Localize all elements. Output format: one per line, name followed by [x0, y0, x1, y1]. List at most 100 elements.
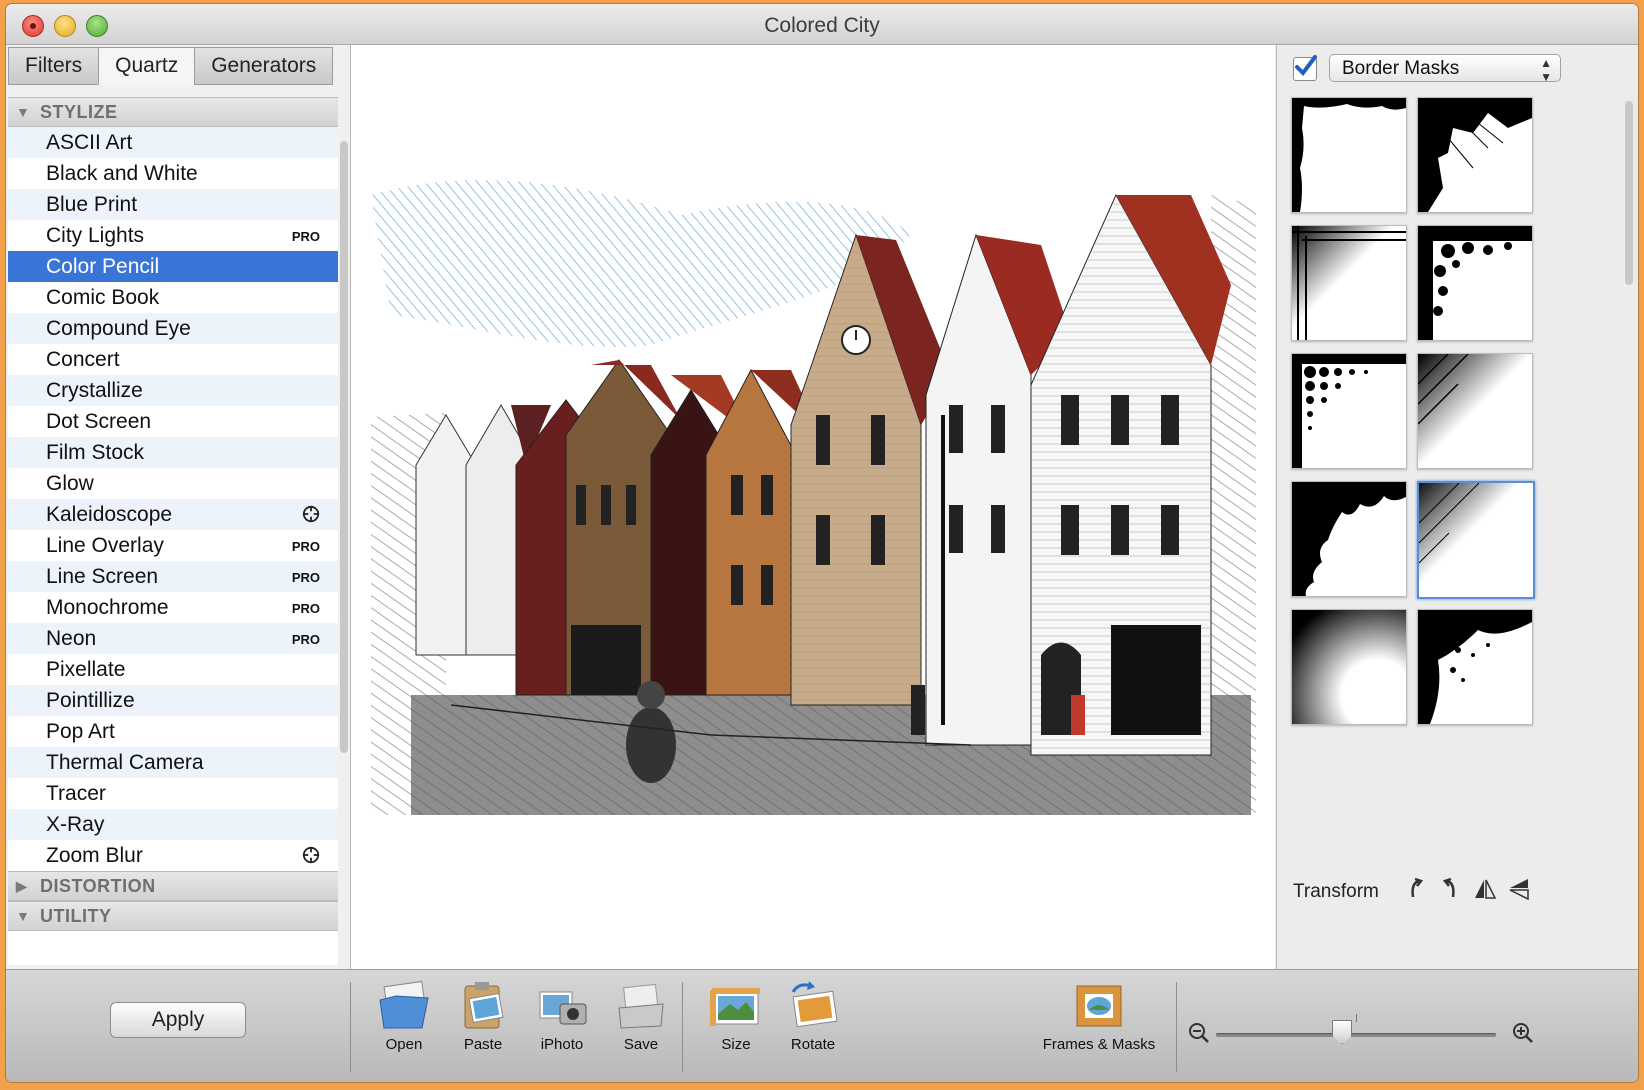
mask-2[interactable] — [1417, 97, 1533, 213]
category-distortion[interactable]: ▶ DISTORTION — [8, 871, 338, 901]
filter-item[interactable]: Concert — [8, 344, 338, 375]
filter-item[interactable]: Film Stock — [8, 437, 338, 468]
rotate-label: Rotate — [790, 1036, 836, 1053]
paste-icon — [464, 982, 504, 1029]
filter-item[interactable]: Pixellate — [8, 654, 338, 685]
mask-grid — [1285, 97, 1547, 757]
filter-item[interactable]: Crystallize — [8, 375, 338, 406]
select-arrows-icon: ▲ ▼ — [1540, 56, 1552, 84]
pro-badge: PRO — [291, 229, 320, 244]
mask-9[interactable] — [1291, 609, 1407, 725]
frames-masks-button[interactable]: Frames & Masks — [1034, 978, 1164, 1053]
mask-10-thumbnail — [1418, 610, 1532, 724]
size-icon — [710, 988, 760, 1026]
zoom-slider-knob[interactable] — [1332, 1020, 1352, 1044]
filter-item[interactable]: Zoom Blur — [8, 840, 338, 871]
image-canvas[interactable] — [351, 45, 1275, 969]
mask-6[interactable] — [1417, 353, 1533, 469]
open-button[interactable]: Open — [364, 978, 444, 1053]
mask-7[interactable] — [1291, 481, 1407, 597]
filter-item-label: Comic Book — [46, 286, 160, 309]
rotate-left-icon[interactable] — [1405, 877, 1429, 901]
filter-item[interactable]: Glow — [8, 468, 338, 499]
disclosure-open-icon: ▼ — [16, 104, 31, 120]
flip-horizontal-icon[interactable] — [1473, 877, 1497, 901]
mask-4[interactable] — [1417, 225, 1533, 341]
zoom-slider[interactable] — [1216, 1033, 1496, 1037]
filter-item[interactable]: Line Overlay PRO — [8, 530, 338, 561]
size-label: Size — [721, 1036, 751, 1053]
filter-item[interactable]: Thermal Camera — [8, 747, 338, 778]
mask-1[interactable] — [1291, 97, 1407, 213]
tab-generators[interactable]: Generators — [194, 47, 334, 85]
app-window: Colored City Filters Quartz Generators ▼… — [6, 4, 1638, 1082]
disclosure-closed-icon: ▶ — [16, 878, 28, 894]
size-button[interactable]: Size — [696, 978, 776, 1053]
toolbar-divider — [1176, 982, 1177, 1072]
mask-8-thumbnail — [1418, 482, 1531, 595]
filter-item-label: Compound Eye — [46, 317, 191, 340]
open-icon — [379, 980, 429, 1029]
filter-sidebar: Filters Quartz Generators ▼ STYLIZE ASCI… — [6, 45, 351, 969]
paste-button[interactable]: Paste — [443, 978, 523, 1053]
flip-vertical-icon[interactable] — [1507, 877, 1531, 901]
masks-enabled-checkbox[interactable] — [1293, 55, 1317, 81]
filter-item[interactable]: Kaleidoscope — [8, 499, 338, 530]
filter-item[interactable]: Color Pencil — [8, 251, 338, 282]
rotate-right-icon[interactable] — [1437, 877, 1461, 901]
apply-button[interactable]: Apply — [110, 1002, 246, 1038]
zoom-slider-tick — [1356, 1014, 1357, 1022]
filter-item[interactable]: Monochrome PRO — [8, 592, 338, 623]
category-stylize[interactable]: ▼ STYLIZE — [8, 97, 338, 127]
filter-item[interactable]: Neon PRO — [8, 623, 338, 654]
filter-item[interactable]: Blue Print — [8, 189, 338, 220]
filter-item-label: Kaleidoscope — [46, 503, 173, 526]
pro-badge: PRO — [291, 601, 320, 616]
tab-quartz[interactable]: Quartz — [98, 47, 196, 85]
mask-3-thumbnail — [1292, 226, 1406, 340]
filter-item[interactable]: Black and White — [8, 158, 338, 189]
filter-item-label: Concert — [46, 348, 120, 371]
filter-item-label: Line Screen — [46, 565, 159, 588]
filter-item[interactable]: Line Screen PRO — [8, 561, 338, 592]
zoom-out-icon[interactable] — [1188, 1022, 1210, 1044]
mask-grid-scrollbar[interactable] — [1625, 101, 1633, 285]
zoom-in-icon[interactable] — [1512, 1022, 1534, 1044]
filter-item-label: ASCII Art — [46, 131, 133, 154]
mask-6-thumbnail — [1417, 353, 1532, 468]
mask-1-thumbnail — [1292, 98, 1406, 212]
filter-item[interactable]: Pointillize — [8, 685, 338, 716]
iphoto-button[interactable]: iPhoto — [522, 978, 602, 1053]
iphoto-icon — [539, 991, 587, 1025]
mask-3[interactable] — [1291, 225, 1407, 341]
filter-item[interactable]: ASCII Art — [8, 127, 338, 158]
rotate-button[interactable]: Rotate — [773, 978, 853, 1053]
filter-item-label: City Lights — [46, 224, 145, 247]
filter-item[interactable]: X-Ray — [8, 809, 338, 840]
filter-item[interactable]: Compound Eye — [8, 313, 338, 344]
filter-list-scrollbar[interactable] — [340, 141, 348, 753]
bottom-toolbar: Apply Open Paste iPhoto Save Size Rotate… — [6, 969, 1638, 1082]
mask-5[interactable] — [1291, 353, 1407, 469]
tab-filters[interactable]: Filters — [8, 47, 100, 85]
filter-item-label: Blue Print — [46, 193, 138, 216]
crosshair-icon[interactable] — [302, 505, 320, 523]
filter-item-label: Black and White — [46, 162, 198, 185]
filter-item-label: Film Stock — [46, 441, 145, 464]
save-button[interactable]: Save — [601, 978, 681, 1053]
mask-10[interactable] — [1417, 609, 1533, 725]
filter-item[interactable]: Tracer — [8, 778, 338, 809]
mask-5-thumbnail — [1292, 354, 1406, 468]
mask-8[interactable] — [1417, 481, 1535, 599]
frames-masks-icon — [1076, 985, 1122, 1027]
filter-item[interactable]: Pop Art — [8, 716, 338, 747]
filter-item[interactable]: Comic Book — [8, 282, 338, 313]
filter-item[interactable]: Dot Screen — [8, 406, 338, 437]
category-utility[interactable]: ▼ UTILITY — [8, 901, 338, 931]
filter-item[interactable]: City Lights PRO — [8, 220, 338, 251]
mask-type-select[interactable]: Border Masks ▲ ▼ — [1329, 54, 1561, 84]
crosshair-icon[interactable] — [302, 846, 320, 864]
open-label: Open — [385, 1036, 423, 1053]
paste-label: Paste — [463, 1036, 503, 1053]
filter-item-label: X-Ray — [46, 813, 105, 836]
